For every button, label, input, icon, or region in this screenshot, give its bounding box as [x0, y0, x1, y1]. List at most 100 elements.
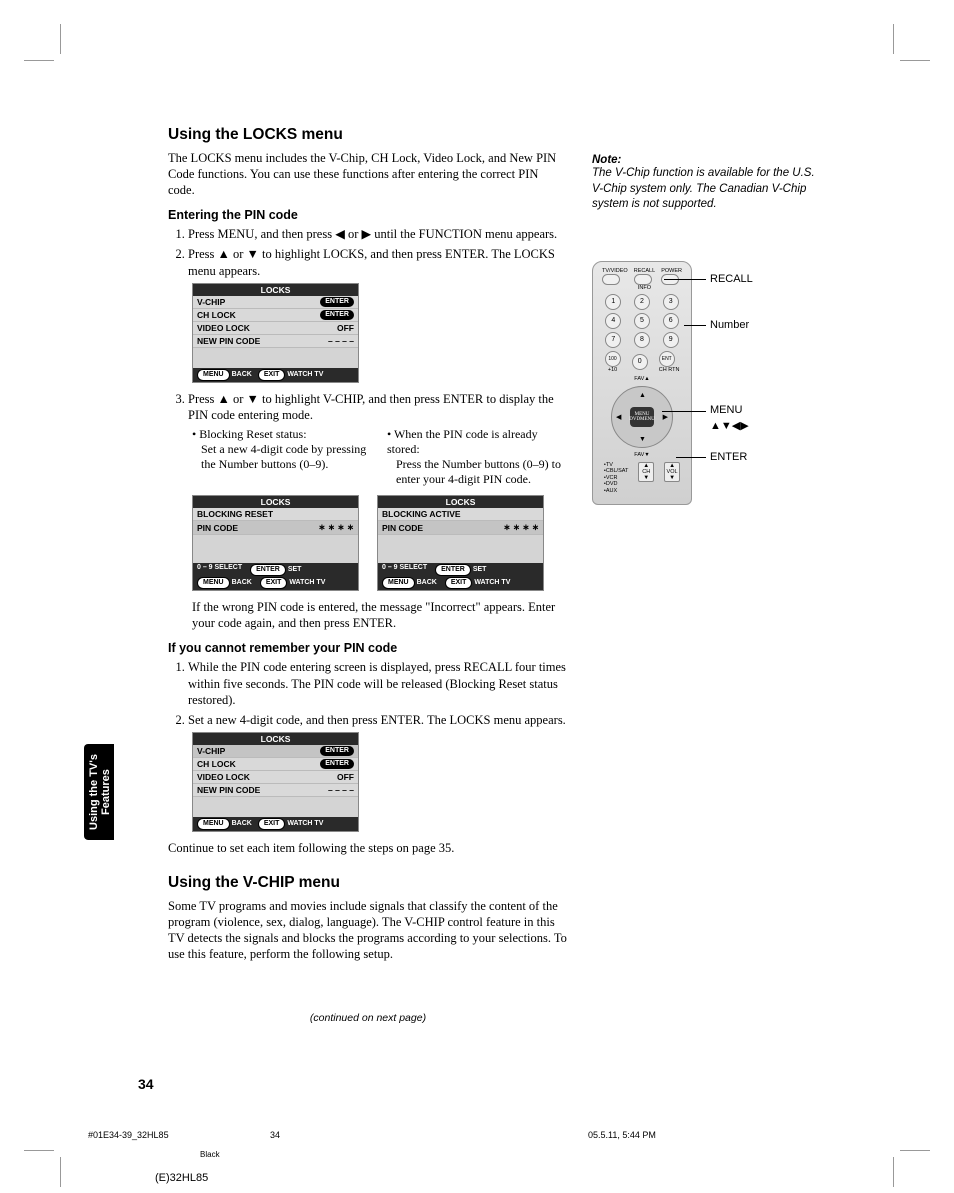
osd1-title: LOCKS — [193, 284, 358, 296]
r-num-5: 5 — [634, 313, 650, 329]
osdB-fa4b: WATCH TV — [474, 579, 510, 586]
section-locks-title: Using the LOCKS menu — [168, 126, 568, 144]
osdA-fa2: ENTER — [250, 564, 286, 576]
osd-locks-1: LOCKS V-CHIP ENTER CH LOCK ENTER VIDEO LOC… — [192, 283, 359, 383]
footer-model: (E)32HL85 — [155, 1172, 208, 1184]
r-favdn: FAV▼ — [599, 452, 685, 458]
osdA-r2: PIN CODE — [197, 523, 238, 533]
r-btn-ent: ENT — [659, 351, 675, 367]
r-vol-rocker: ▲VOL▼ — [664, 462, 680, 482]
osd2-r3-val: OFF — [337, 772, 354, 782]
footer-left: #01E34-39_32HL85 — [88, 1130, 169, 1140]
bullet-right-head: When the PIN code is already stored: — [387, 427, 568, 457]
r-num-2: 2 — [634, 294, 650, 310]
r-lbl-chrtn: CH RTN — [659, 367, 680, 373]
callout-enter: ENTER — [710, 451, 747, 463]
callout-arrows: ▲▼◀▶ — [710, 419, 749, 432]
footer-right: 05.5.11, 5:44 PM — [588, 1130, 656, 1140]
r-lbl-tvvideo: TV/VIDEO — [602, 268, 628, 274]
osdB-fa2: ENTER — [435, 564, 471, 576]
footer-black: Black — [200, 1150, 220, 1159]
osdB-title: LOCKS — [378, 496, 543, 508]
osdA-fa3: MENU — [197, 577, 230, 589]
r-num-0: 0 — [632, 354, 648, 370]
r-num-100: 100 — [605, 351, 621, 367]
side-tab: Using the TV's Features — [84, 744, 114, 840]
osdB-fa2b: SET — [473, 566, 487, 573]
osdA-r2v: ∗ ∗ ∗ ∗ — [318, 522, 354, 533]
osd2-title: LOCKS — [193, 733, 358, 745]
r-num-1: 1 — [605, 294, 621, 310]
osdA-title: LOCKS — [193, 496, 358, 508]
crop-mark-br — [882, 1139, 912, 1169]
r-lbl-10: +10 — [605, 367, 621, 373]
r-num-3: 3 — [663, 294, 679, 310]
r-btn-tvvideo — [602, 274, 620, 285]
osdB-r1: BLOCKING ACTIVE — [382, 509, 461, 519]
osd1-r3-label: VIDEO LOCK — [197, 323, 250, 333]
osd2-r3-label: VIDEO LOCK — [197, 772, 250, 782]
osd1-r2-label: CH LOCK — [197, 310, 236, 320]
osd1-r4-label: NEW PIN CODE — [197, 336, 260, 346]
continued-note: (continued on next page) — [168, 1012, 568, 1024]
r-lbl-info: INFO — [634, 285, 655, 291]
pin-steps: Press MENU, and then press ◀ or ▶ until … — [168, 226, 568, 279]
osdA-fa4b: WATCH TV — [289, 579, 325, 586]
sub-entering-pin: Entering the PIN code — [168, 208, 568, 222]
callout-number: Number — [710, 319, 749, 331]
crop-mark-tr — [882, 42, 912, 72]
note-head: Note: — [592, 154, 822, 166]
osd1-r3-val: OFF — [337, 323, 354, 333]
osdB-fa3b: BACK — [417, 579, 437, 586]
section-locks-intro: The LOCKS menu includes the V-Chip, CH L… — [168, 150, 568, 198]
r-btn-recall — [634, 274, 652, 285]
osd1-r2-val: ENTER — [320, 310, 354, 320]
osd2-r1-label: V-CHIP — [197, 746, 225, 756]
osd1-r1-val: ENTER — [320, 297, 354, 307]
osd1-f1: MENU — [197, 369, 230, 381]
osdA-r1: BLOCKING RESET — [197, 509, 273, 519]
crop-mark-tl — [42, 42, 72, 72]
pin-step-1: Press MENU, and then press ◀ or ▶ until … — [188, 226, 568, 242]
osd2-r1-val: ENTER — [320, 746, 354, 756]
pin-step-2: Press ▲ or ▼ to highlight LOCKS, and the… — [188, 246, 568, 279]
wrong-pin-note: If the wrong PIN code is entered, the me… — [192, 599, 568, 631]
bullet-left-body: Set a new 4-digit code by pressing the N… — [201, 442, 373, 472]
callout-recall: RECALL — [710, 273, 753, 285]
r-dpad: ▲ ▼ ◀ ▶ MENU DVDMENU — [611, 386, 673, 448]
osd1-r1-label: V-CHIP — [197, 297, 225, 307]
osd1-f2b: WATCH TV — [287, 371, 323, 378]
page-number: 34 — [138, 1076, 154, 1092]
section-vchip-title: Using the V-CHIP menu — [168, 874, 568, 892]
osd2-f2b: WATCH TV — [287, 820, 323, 827]
osdB-r2v: ∗ ∗ ∗ ∗ — [503, 522, 539, 533]
osd2-r2-val: ENTER — [320, 759, 354, 769]
forgot-step-2: Set a new 4-digit code, and then press E… — [188, 712, 568, 728]
note-body: The V-Chip function is available for the… — [592, 166, 822, 213]
osdA-fa3b: BACK — [232, 579, 252, 586]
r-num-9: 9 — [663, 332, 679, 348]
r-center-menu: MENU DVDMENU — [630, 407, 654, 427]
section-vchip-body: Some TV programs and movies include sign… — [168, 898, 568, 962]
footer-mid: 34 — [270, 1130, 280, 1140]
r-num-4: 4 — [605, 313, 621, 329]
bullet-left-head: Blocking Reset status: — [192, 427, 373, 442]
bullet-right-body: Press the Number buttons (0–9) to enter … — [396, 457, 568, 487]
sub-forgot-pin: If you cannot remember your PIN code — [168, 641, 568, 655]
osdA-fa1: 0 – 9 SELECT — [197, 564, 242, 576]
osdA-fa2b: SET — [288, 566, 302, 573]
pin-steps-cont: Press ▲ or ▼ to highlight V-CHIP, and th… — [168, 391, 568, 424]
r-ch-rocker: ▲CH▼ — [638, 462, 654, 482]
osdB-fa4: EXIT — [445, 577, 473, 589]
osd2-r4-label: NEW PIN CODE — [197, 785, 260, 795]
r-num-6: 6 — [663, 313, 679, 329]
osd1-f1b: BACK — [232, 371, 252, 378]
osdB-fa3: MENU — [382, 577, 415, 589]
r-lbl-recall: RECALL — [634, 268, 655, 274]
osdB-fa1: 0 – 9 SELECT — [382, 564, 427, 576]
osd1-r4-val: – – – – — [328, 336, 354, 346]
osd2-f1: MENU — [197, 818, 230, 830]
forgot-step-1: While the PIN code entering screen is di… — [188, 659, 568, 708]
osdA-fa4: EXIT — [260, 577, 288, 589]
crop-mark-bl — [42, 1139, 72, 1169]
